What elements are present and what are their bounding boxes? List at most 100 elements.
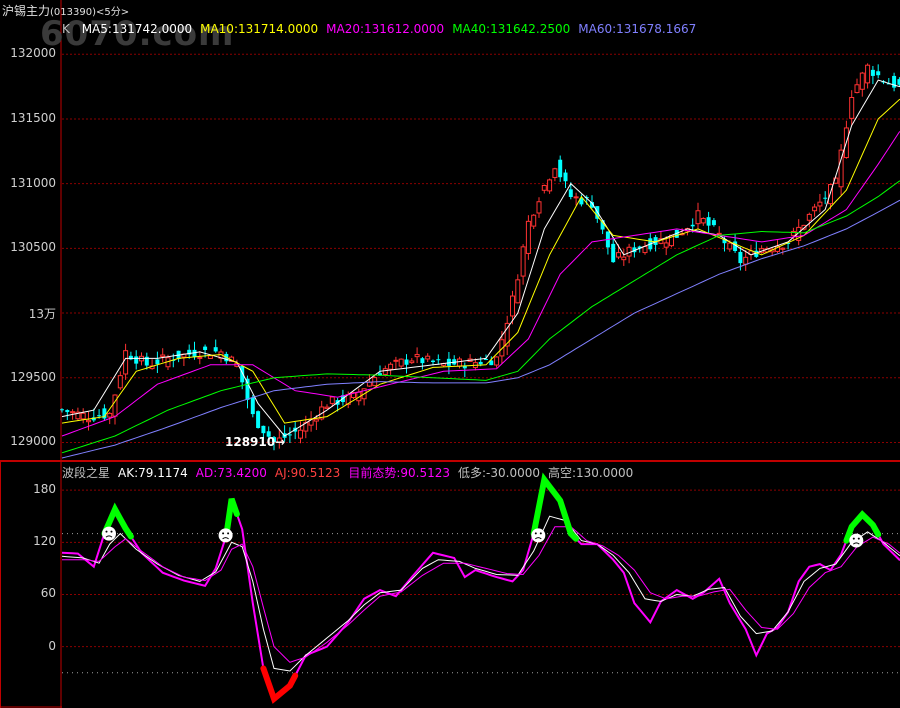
signal-eye bbox=[222, 532, 225, 535]
main-y-tick: 13万 bbox=[28, 307, 56, 322]
ma-legend-item: MA10:131714.0000 bbox=[200, 22, 319, 36]
ma-legend-item: MA5:131742.0000 bbox=[81, 22, 193, 36]
candle-body-down bbox=[420, 358, 425, 364]
indicator-line-aj bbox=[61, 477, 900, 701]
main-y-tick: 132000 bbox=[10, 46, 56, 61]
candle-body-down bbox=[558, 159, 563, 178]
ma-legend-item: MA20:131612.0000 bbox=[326, 22, 445, 36]
indicator-legend-item: 目前态势:90.5123 bbox=[348, 466, 450, 480]
candle-body-up bbox=[854, 84, 860, 94]
candle-body-down bbox=[261, 425, 266, 434]
candle-body-up bbox=[520, 246, 526, 277]
candle-body-down bbox=[203, 346, 208, 351]
candle-body-down bbox=[611, 243, 616, 263]
candlestick-series bbox=[60, 63, 900, 451]
indicator-line-ak bbox=[61, 515, 900, 672]
signal-eye bbox=[227, 532, 230, 535]
main-y-tick: 129000 bbox=[10, 434, 56, 449]
sell-signal-icon bbox=[102, 526, 116, 541]
candle-body-down bbox=[404, 359, 409, 365]
signal-eye bbox=[110, 530, 113, 533]
candle-body-up bbox=[727, 242, 733, 250]
candle-body-up bbox=[700, 217, 706, 224]
candle-body-down bbox=[738, 251, 743, 264]
ma-legend-item: MA40:131642.2500 bbox=[452, 22, 571, 36]
candle-body-up bbox=[525, 220, 531, 254]
candle-body-up bbox=[663, 242, 669, 248]
main-y-tick: 131000 bbox=[10, 175, 56, 190]
candle-body-up bbox=[531, 214, 537, 227]
signal-eye bbox=[105, 530, 108, 533]
candle-body-down bbox=[431, 360, 435, 363]
candle-body-down bbox=[706, 217, 711, 226]
signal-face bbox=[849, 533, 864, 548]
candle-body-down bbox=[870, 69, 875, 76]
candle-body-up bbox=[849, 96, 855, 119]
candle-body-up bbox=[642, 246, 648, 254]
candle-body-up bbox=[547, 179, 553, 192]
candle-body-up bbox=[552, 168, 558, 178]
candle-body-up bbox=[313, 418, 319, 422]
indicator-legend-item: 波段之星 bbox=[62, 466, 111, 480]
candle-body-up bbox=[123, 350, 129, 375]
candle-body-up bbox=[865, 64, 871, 84]
signal-eye bbox=[539, 532, 542, 535]
candle-body-down bbox=[484, 358, 488, 360]
signal-face bbox=[531, 528, 546, 543]
indicator-legend-item: AJ:90.5123 bbox=[274, 466, 341, 480]
candle-body-down bbox=[65, 410, 70, 413]
candle-body-up bbox=[382, 368, 388, 375]
candle-body-down bbox=[568, 189, 573, 197]
indicator-legend-item: 低多:-30.0000 bbox=[457, 466, 540, 480]
signal-face bbox=[102, 526, 116, 541]
candle-body-up bbox=[107, 412, 113, 418]
candle-body-up bbox=[780, 247, 786, 250]
grid-layer bbox=[0, 0, 900, 708]
candle-body-up bbox=[621, 256, 627, 261]
candle-body-down bbox=[155, 359, 160, 365]
candle-body-up bbox=[324, 406, 330, 409]
candle-body-down bbox=[690, 224, 695, 227]
candle-body-up bbox=[329, 396, 335, 404]
candle-body-up bbox=[398, 358, 404, 367]
candle-body-up bbox=[716, 232, 722, 235]
candle-body-up bbox=[616, 252, 621, 258]
ma-line-ma60 bbox=[61, 199, 900, 459]
candle-body-up bbox=[817, 201, 823, 207]
moving-average-lines bbox=[61, 79, 900, 459]
candle-body-down bbox=[213, 347, 218, 352]
candle-body-down bbox=[256, 411, 261, 428]
chart-canvas bbox=[0, 0, 900, 708]
sell-signal-icon bbox=[849, 533, 864, 548]
signal-eye bbox=[852, 537, 855, 540]
candle-body-up bbox=[298, 429, 303, 439]
candle-body-down bbox=[436, 359, 441, 361]
candle-body-up bbox=[743, 256, 749, 265]
candle-body-down bbox=[711, 220, 716, 226]
candle-body-up bbox=[414, 354, 420, 358]
candle-body-up bbox=[86, 419, 91, 423]
main-y-tick: 131500 bbox=[10, 110, 56, 125]
candle-body-up bbox=[393, 359, 399, 362]
indicator-y-tick: 120 bbox=[33, 534, 56, 549]
indicator-y-tick: 180 bbox=[33, 482, 56, 497]
candle-body-down bbox=[478, 361, 483, 365]
candle-body-up bbox=[70, 411, 76, 414]
indicator-y-tick: 60 bbox=[40, 586, 56, 601]
low-price-marker: 128910→ bbox=[225, 435, 286, 449]
candle-body-up bbox=[541, 184, 547, 191]
candle-body-up bbox=[695, 210, 701, 225]
sell-signal-icon bbox=[218, 528, 233, 543]
indicator-legend-item: AD:73.4200 bbox=[195, 466, 267, 480]
candle-body-up bbox=[510, 295, 515, 317]
indicator-y-tick: 0 bbox=[48, 638, 56, 653]
indicator-legend-item: 高空:130.0000 bbox=[547, 466, 634, 480]
candle-body-down bbox=[287, 434, 292, 436]
candle-body-down bbox=[563, 172, 568, 182]
signal-face bbox=[218, 528, 233, 543]
candle-body-up bbox=[388, 363, 394, 370]
candle-body-down bbox=[240, 366, 245, 383]
candle-body-down bbox=[134, 356, 139, 364]
candle-body-up bbox=[197, 356, 203, 359]
signal-markers bbox=[102, 526, 864, 548]
